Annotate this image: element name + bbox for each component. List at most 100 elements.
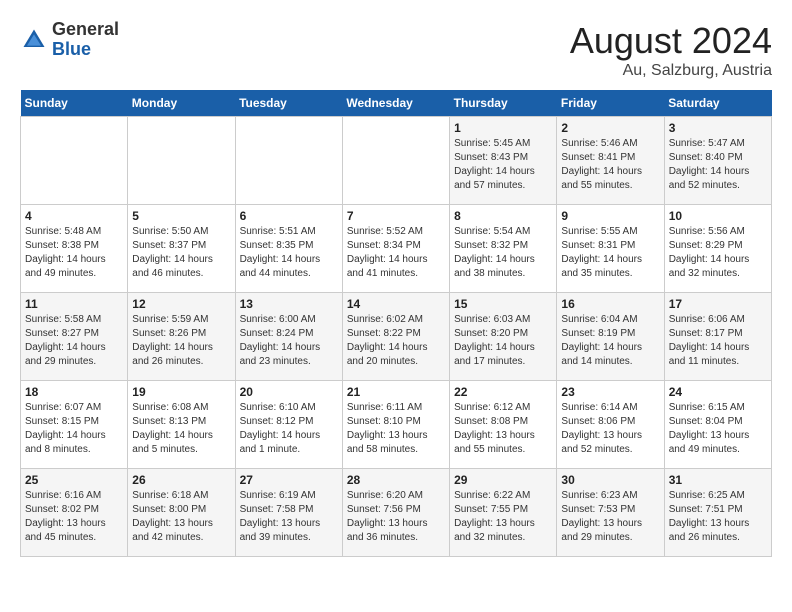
day-number: 15 xyxy=(454,297,552,311)
calendar-table: SundayMondayTuesdayWednesdayThursdayFrid… xyxy=(20,90,772,557)
day-detail: Sunrise: 5:48 AM Sunset: 8:38 PM Dayligh… xyxy=(25,225,123,281)
day-detail: Sunrise: 6:06 AM Sunset: 8:17 PM Dayligh… xyxy=(669,313,767,369)
day-number: 25 xyxy=(25,473,123,487)
day-cell: 3Sunrise: 5:47 AM Sunset: 8:40 PM Daylig… xyxy=(664,117,771,205)
weekday-header-sunday: Sunday xyxy=(21,90,128,117)
day-detail: Sunrise: 6:02 AM Sunset: 8:22 PM Dayligh… xyxy=(347,313,445,369)
day-detail: Sunrise: 5:58 AM Sunset: 8:27 PM Dayligh… xyxy=(25,313,123,369)
week-row-4: 18 Sunrise: 6:07 AM Sunset: 8:15 PM Dayli… xyxy=(21,381,772,469)
title-block: August 2024 Au, Salzburg, Austria xyxy=(570,20,772,80)
day-number: 16 xyxy=(561,297,659,311)
day-detail: Sunrise: 6:04 AM Sunset: 8:19 PM Dayligh… xyxy=(561,313,659,369)
day-number: 22 xyxy=(454,385,552,399)
day-detail: Sunrise: 5:59 AM Sunset: 8:26 PM Dayligh… xyxy=(132,313,230,369)
day-number: 31 xyxy=(669,473,767,487)
week-row-5: 25 Sunrise: 6:16 AM Sunset: 8:02 PM Dayli… xyxy=(21,469,772,557)
day-cell: 1Sunrise: 5:45 AM Sunset: 8:43 PM Daylig… xyxy=(450,117,557,205)
weekday-header-friday: Friday xyxy=(557,90,664,117)
day-cell: 16 Sunrise: 6:04 AM Sunset: 8:19 PM Dayli… xyxy=(557,293,664,381)
day-cell: 10 Sunrise: 5:56 AM Sunset: 8:29 PM Dayli… xyxy=(664,205,771,293)
day-detail: Sunrise: 6:15 AM Sunset: 8:04 PM Dayligh… xyxy=(669,401,767,457)
day-detail: Sunrise: 5:51 AM Sunset: 8:35 PM Dayligh… xyxy=(240,225,338,281)
day-detail: Sunrise: 5:54 AM Sunset: 8:32 PM Dayligh… xyxy=(454,225,552,281)
day-cell: 9 Sunrise: 5:55 AM Sunset: 8:31 PM Daylig… xyxy=(557,205,664,293)
logo-general: General xyxy=(52,19,119,39)
day-cell xyxy=(342,117,449,205)
day-detail: Sunrise: 6:22 AM Sunset: 7:55 PM Dayligh… xyxy=(454,489,552,545)
day-number: 14 xyxy=(347,297,445,311)
day-number: 4 xyxy=(25,209,123,223)
day-cell xyxy=(128,117,235,205)
day-cell: 7Sunrise: 5:52 AM Sunset: 8:34 PM Daylig… xyxy=(342,205,449,293)
day-detail: Sunrise: 5:56 AM Sunset: 8:29 PM Dayligh… xyxy=(669,225,767,281)
page-header: General Blue August 2024 Au, Salzburg, A… xyxy=(20,20,772,80)
day-detail: Sunrise: 6:03 AM Sunset: 8:20 PM Dayligh… xyxy=(454,313,552,369)
weekday-header-row: SundayMondayTuesdayWednesdayThursdayFrid… xyxy=(21,90,772,117)
day-detail: Sunrise: 6:16 AM Sunset: 8:02 PM Dayligh… xyxy=(25,489,123,545)
day-cell: 19 Sunrise: 6:08 AM Sunset: 8:13 PM Dayli… xyxy=(128,381,235,469)
day-number: 18 xyxy=(25,385,123,399)
weekday-header-saturday: Saturday xyxy=(664,90,771,117)
month-title: August 2024 xyxy=(570,20,772,62)
day-cell: 13 Sunrise: 6:00 AM Sunset: 8:24 PM Dayli… xyxy=(235,293,342,381)
day-number: 9 xyxy=(561,209,659,223)
day-cell: 27Sunrise: 6:19 AM Sunset: 7:58 PM Dayli… xyxy=(235,469,342,557)
day-number: 24 xyxy=(669,385,767,399)
weekday-header-monday: Monday xyxy=(128,90,235,117)
day-cell: 30Sunrise: 6:23 AM Sunset: 7:53 PM Dayli… xyxy=(557,469,664,557)
day-detail: Sunrise: 5:52 AM Sunset: 8:34 PM Dayligh… xyxy=(347,225,445,281)
day-cell: 25 Sunrise: 6:16 AM Sunset: 8:02 PM Dayli… xyxy=(21,469,128,557)
day-detail: Sunrise: 6:10 AM Sunset: 8:12 PM Dayligh… xyxy=(240,401,338,457)
weekday-header-thursday: Thursday xyxy=(450,90,557,117)
day-cell: 18 Sunrise: 6:07 AM Sunset: 8:15 PM Dayli… xyxy=(21,381,128,469)
day-detail: Sunrise: 6:18 AM Sunset: 8:00 PM Dayligh… xyxy=(132,489,230,545)
day-number: 21 xyxy=(347,385,445,399)
day-cell: 14 Sunrise: 6:02 AM Sunset: 8:22 PM Dayli… xyxy=(342,293,449,381)
weekday-header-tuesday: Tuesday xyxy=(235,90,342,117)
day-cell: 5Sunrise: 5:50 AM Sunset: 8:37 PM Daylig… xyxy=(128,205,235,293)
day-detail: Sunrise: 6:07 AM Sunset: 8:15 PM Dayligh… xyxy=(25,401,123,457)
day-number: 13 xyxy=(240,297,338,311)
day-cell: 8 Sunrise: 5:54 AM Sunset: 8:32 PM Daylig… xyxy=(450,205,557,293)
day-detail: Sunrise: 6:25 AM Sunset: 7:51 PM Dayligh… xyxy=(669,489,767,545)
day-cell: 24 Sunrise: 6:15 AM Sunset: 8:04 PM Dayli… xyxy=(664,381,771,469)
day-cell xyxy=(21,117,128,205)
logo-blue: Blue xyxy=(52,39,91,59)
day-number: 19 xyxy=(132,385,230,399)
day-cell: 20Sunrise: 6:10 AM Sunset: 8:12 PM Dayli… xyxy=(235,381,342,469)
day-number: 3 xyxy=(669,121,767,135)
logo: General Blue xyxy=(20,20,119,60)
day-detail: Sunrise: 6:14 AM Sunset: 8:06 PM Dayligh… xyxy=(561,401,659,457)
day-cell: 11Sunrise: 5:58 AM Sunset: 8:27 PM Dayli… xyxy=(21,293,128,381)
logo-icon xyxy=(20,26,48,54)
day-number: 12 xyxy=(132,297,230,311)
day-number: 28 xyxy=(347,473,445,487)
day-cell: 28 Sunrise: 6:20 AM Sunset: 7:56 PM Dayli… xyxy=(342,469,449,557)
day-detail: Sunrise: 5:55 AM Sunset: 8:31 PM Dayligh… xyxy=(561,225,659,281)
day-number: 30 xyxy=(561,473,659,487)
day-cell: 21Sunrise: 6:11 AM Sunset: 8:10 PM Dayli… xyxy=(342,381,449,469)
week-row-2: 4 Sunrise: 5:48 AM Sunset: 8:38 PM Daylig… xyxy=(21,205,772,293)
day-number: 10 xyxy=(669,209,767,223)
day-detail: Sunrise: 6:12 AM Sunset: 8:08 PM Dayligh… xyxy=(454,401,552,457)
day-cell: 6Sunrise: 5:51 AM Sunset: 8:35 PM Daylig… xyxy=(235,205,342,293)
day-number: 29 xyxy=(454,473,552,487)
day-cell: 29 Sunrise: 6:22 AM Sunset: 7:55 PM Dayli… xyxy=(450,469,557,557)
day-number: 27 xyxy=(240,473,338,487)
logo-text: General Blue xyxy=(52,20,119,60)
week-row-3: 11Sunrise: 5:58 AM Sunset: 8:27 PM Dayli… xyxy=(21,293,772,381)
day-number: 23 xyxy=(561,385,659,399)
day-cell: 17Sunrise: 6:06 AM Sunset: 8:17 PM Dayli… xyxy=(664,293,771,381)
day-detail: Sunrise: 6:08 AM Sunset: 8:13 PM Dayligh… xyxy=(132,401,230,457)
day-cell: 15 Sunrise: 6:03 AM Sunset: 8:20 PM Dayli… xyxy=(450,293,557,381)
day-detail: Sunrise: 5:45 AM Sunset: 8:43 PM Dayligh… xyxy=(454,137,552,193)
week-row-1: 1Sunrise: 5:45 AM Sunset: 8:43 PM Daylig… xyxy=(21,117,772,205)
day-number: 8 xyxy=(454,209,552,223)
day-cell: 22 Sunrise: 6:12 AM Sunset: 8:08 PM Dayli… xyxy=(450,381,557,469)
day-number: 26 xyxy=(132,473,230,487)
day-cell: 23 Sunrise: 6:14 AM Sunset: 8:06 PM Dayli… xyxy=(557,381,664,469)
day-detail: Sunrise: 5:50 AM Sunset: 8:37 PM Dayligh… xyxy=(132,225,230,281)
day-detail: Sunrise: 6:20 AM Sunset: 7:56 PM Dayligh… xyxy=(347,489,445,545)
day-detail: Sunrise: 6:00 AM Sunset: 8:24 PM Dayligh… xyxy=(240,313,338,369)
day-cell: 4 Sunrise: 5:48 AM Sunset: 8:38 PM Daylig… xyxy=(21,205,128,293)
